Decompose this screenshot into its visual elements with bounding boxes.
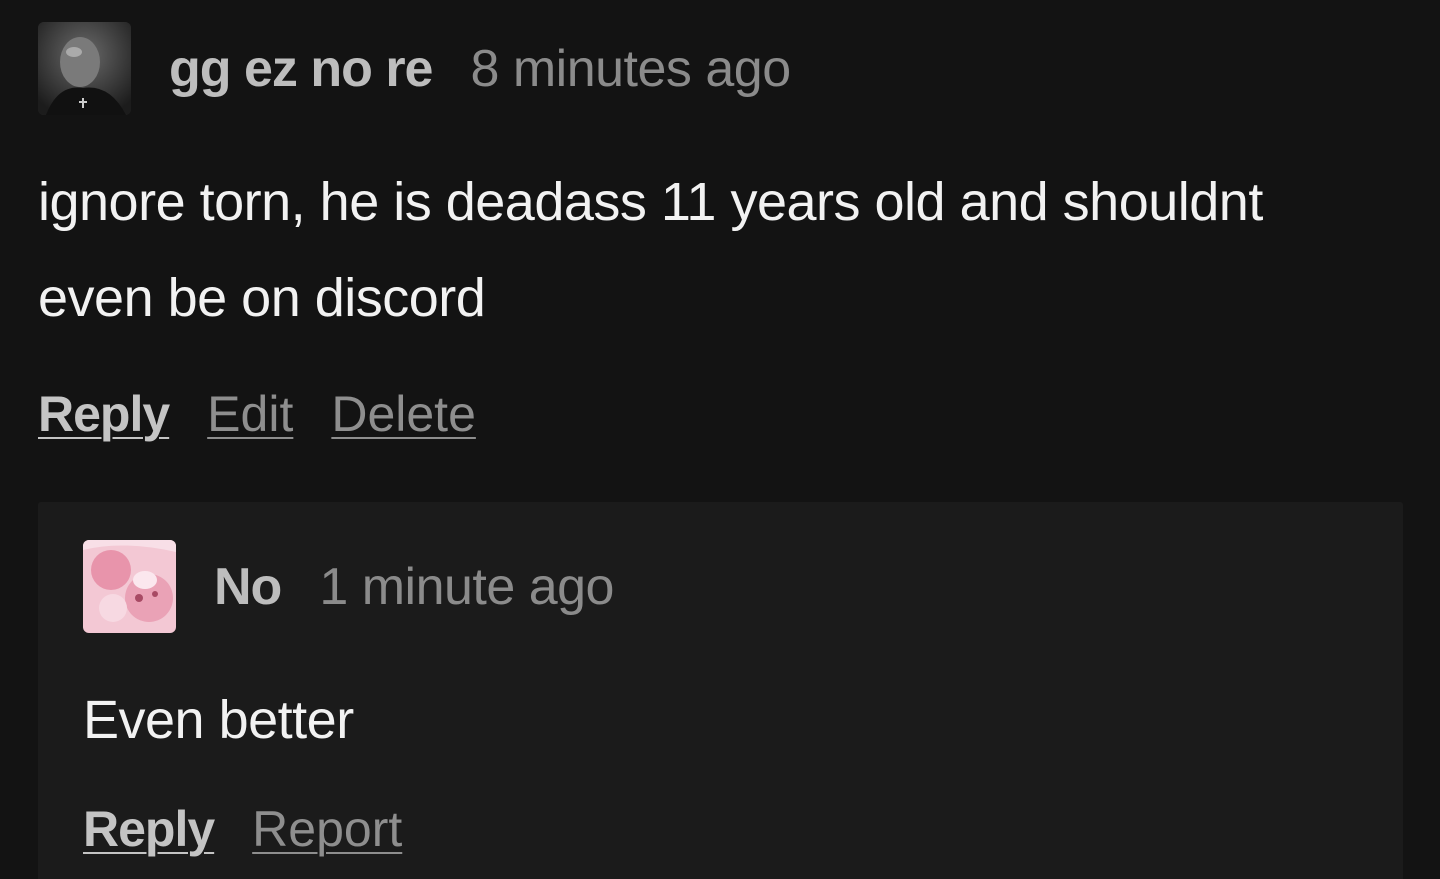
comment-body-line: even be on discord	[38, 268, 486, 328]
avatar[interactable]	[38, 22, 131, 115]
comment-author[interactable]: gg ez no re	[169, 39, 433, 99]
edit-link[interactable]: Edit	[207, 385, 293, 443]
reply-link[interactable]: Reply	[83, 800, 215, 858]
reply-body: Even better	[83, 690, 354, 750]
avatar[interactable]	[83, 540, 176, 633]
comment-actions: Reply Edit Delete	[38, 385, 514, 443]
reply-link[interactable]: Reply	[38, 385, 170, 443]
comment-timestamp: 8 minutes ago	[470, 39, 791, 98]
comment-body-line: ignore torn, he is deadass 11 years old …	[38, 172, 1263, 232]
reply-actions: Reply Report	[83, 800, 440, 858]
reply-header: No 1 minute ago	[83, 540, 614, 633]
reply-timestamp: 1 minute ago	[319, 557, 614, 616]
comment-thread: gg ez no re 8 minutes ago ignore torn, h…	[0, 0, 1440, 879]
reply-container: No 1 minute ago Even better Reply Report	[38, 502, 1403, 879]
report-link[interactable]: Report	[252, 800, 402, 858]
avatar-image	[83, 540, 176, 633]
comment-body: ignore torn, he is deadass 11 years old …	[38, 154, 1263, 346]
avatar-image	[38, 22, 131, 115]
delete-link[interactable]: Delete	[331, 385, 476, 443]
comment-header: gg ez no re 8 minutes ago	[38, 22, 791, 115]
reply-author[interactable]: No	[214, 557, 282, 617]
